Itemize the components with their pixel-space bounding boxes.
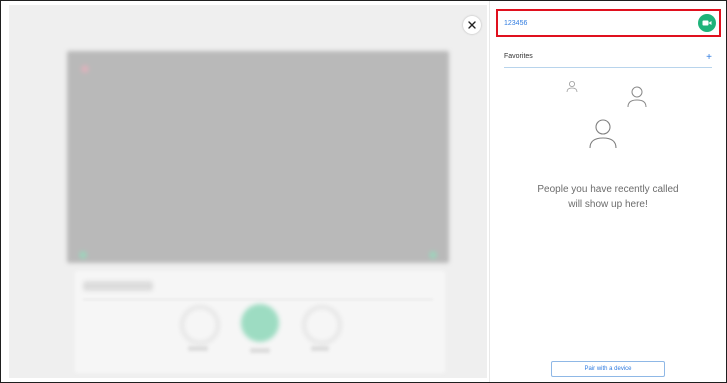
call-button[interactable] <box>698 14 716 32</box>
person-icon <box>626 84 648 115</box>
blurred-control-circle <box>241 304 279 342</box>
blurred-control-circle <box>303 306 341 344</box>
add-favorite-button[interactable]: + <box>706 51 712 65</box>
person-icon <box>588 117 618 156</box>
blurred-control-circle <box>181 306 219 344</box>
blurred-control-label <box>311 346 329 351</box>
app-frame: Favorites + People you have recently cal… <box>0 0 727 383</box>
favorites-header: Favorites + <box>504 51 712 68</box>
person-icon <box>565 79 579 100</box>
dial-panel: Favorites + People you have recently cal… <box>489 1 726 382</box>
phone-number-input[interactable] <box>504 15 684 31</box>
blurred-control-label <box>188 346 208 351</box>
blurred-divider <box>83 299 433 300</box>
blurred-panel-title <box>83 281 153 291</box>
blurred-status-dot <box>81 65 89 73</box>
blurred-video-area <box>67 51 449 263</box>
blurred-control-label <box>250 348 270 353</box>
empty-message-line: People you have recently called <box>537 184 679 195</box>
blurred-status-dot <box>79 251 87 259</box>
empty-recent-calls-message: People you have recently called will sho… <box>508 182 708 212</box>
number-entry-row <box>496 9 721 37</box>
pair-with-device-button[interactable]: Pair with a device <box>551 361 665 377</box>
blurred-status-dot <box>429 251 437 259</box>
favorites-label: Favorites <box>504 53 533 60</box>
close-icon <box>468 16 476 34</box>
call-icon <box>702 14 712 32</box>
empty-message-line: will show up here! <box>568 199 648 210</box>
close-button[interactable] <box>463 16 481 34</box>
